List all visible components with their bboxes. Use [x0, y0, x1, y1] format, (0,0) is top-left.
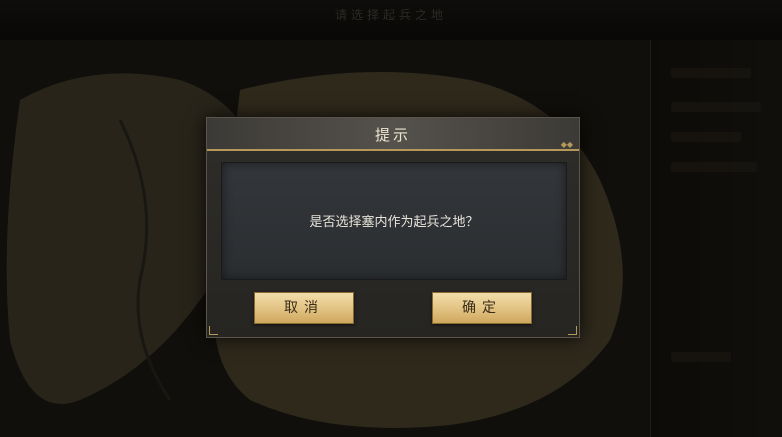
- confirm-dialog: 提示 ◆◆ 是否选择塞内作为起兵之地？ 取消 确定: [206, 117, 580, 338]
- message-box: 是否选择塞内作为起兵之地？: [221, 162, 567, 280]
- game-screen: 请选择起兵之地 提示 ◆◆ 是否选择塞内作为起兵之地？ 取消 确定: [0, 0, 782, 437]
- corner-ornament-icon: [568, 326, 577, 335]
- confirm-button[interactable]: 确定: [432, 292, 532, 324]
- dialog-header: 提示 ◆◆: [207, 118, 579, 151]
- cancel-button[interactable]: 取消: [254, 292, 354, 324]
- dialog-title: 提示: [374, 126, 411, 144]
- ornament-icon: ◆◆: [560, 140, 573, 149]
- dialog-message: 是否选择塞内作为起兵之地？: [309, 215, 479, 230]
- corner-ornament-icon: [209, 326, 218, 335]
